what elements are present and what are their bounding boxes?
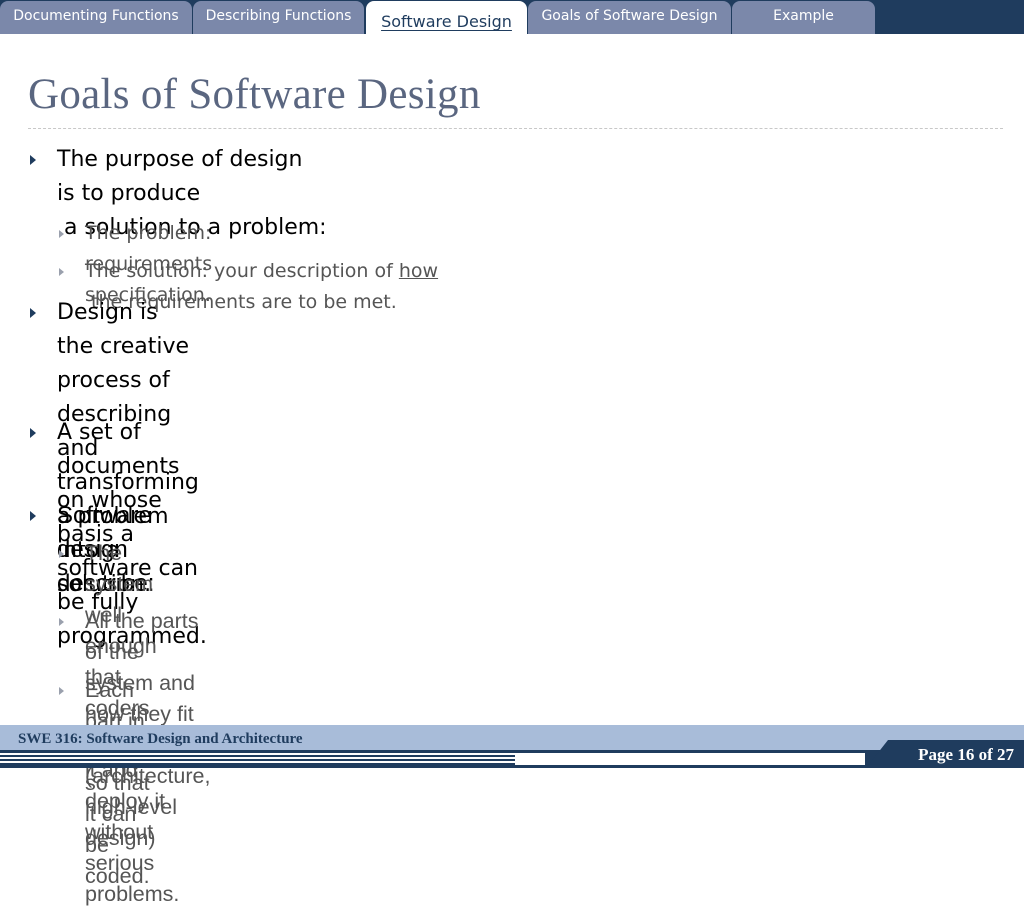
tab-goals-of-software-design[interactable]: Goals of Software Design [528, 1, 731, 34]
footer-divider [515, 753, 865, 765]
title-divider [28, 128, 1003, 129]
bullet-arrow-icon [59, 550, 64, 558]
bullet-arrow-icon [59, 230, 64, 238]
bullet-arrow-icon [30, 308, 36, 318]
tab-describing-functions[interactable]: Describing Functions [193, 1, 364, 34]
bullet-arrow-icon [59, 687, 64, 695]
tab-example[interactable]: Example [732, 1, 875, 34]
underlined-word: how [398, 260, 439, 282]
text-segment: The solution: your description of [85, 260, 399, 282]
tab-software-design[interactable]: Software Design [366, 1, 527, 36]
footer-course-title: SWE 316: Software Design and Architectur… [18, 731, 303, 747]
bullet-arrow-icon [59, 618, 64, 626]
tab-label: Example [773, 7, 834, 24]
bullet-text-line: The purpose of design is to produce [57, 147, 303, 206]
tab-label: Software Design [381, 12, 512, 31]
footer-stripe [0, 753, 515, 763]
bullet-arrow-icon [59, 268, 64, 276]
tab-label: Goals of Software Design [541, 7, 718, 24]
tab-label: Describing Functions [205, 7, 352, 24]
page-number: Page 16 of 27 [918, 745, 1014, 764]
bullet-arrow-icon [30, 428, 36, 438]
bullet-arrow-icon [30, 155, 36, 165]
bullet-text: Each part in detail so that it can be co… [85, 678, 150, 888]
tab-documenting-functions[interactable]: Documenting Functions [0, 1, 192, 34]
subbullet-detail: Each part in detail so that it can be co… [59, 675, 150, 892]
tab-label: Documenting Functions [13, 7, 179, 24]
tab-bar: Documenting Functions Describing Functio… [0, 0, 1024, 36]
slide-title: Goals of Software Design [28, 71, 481, 118]
bullet-arrow-icon [30, 511, 36, 521]
